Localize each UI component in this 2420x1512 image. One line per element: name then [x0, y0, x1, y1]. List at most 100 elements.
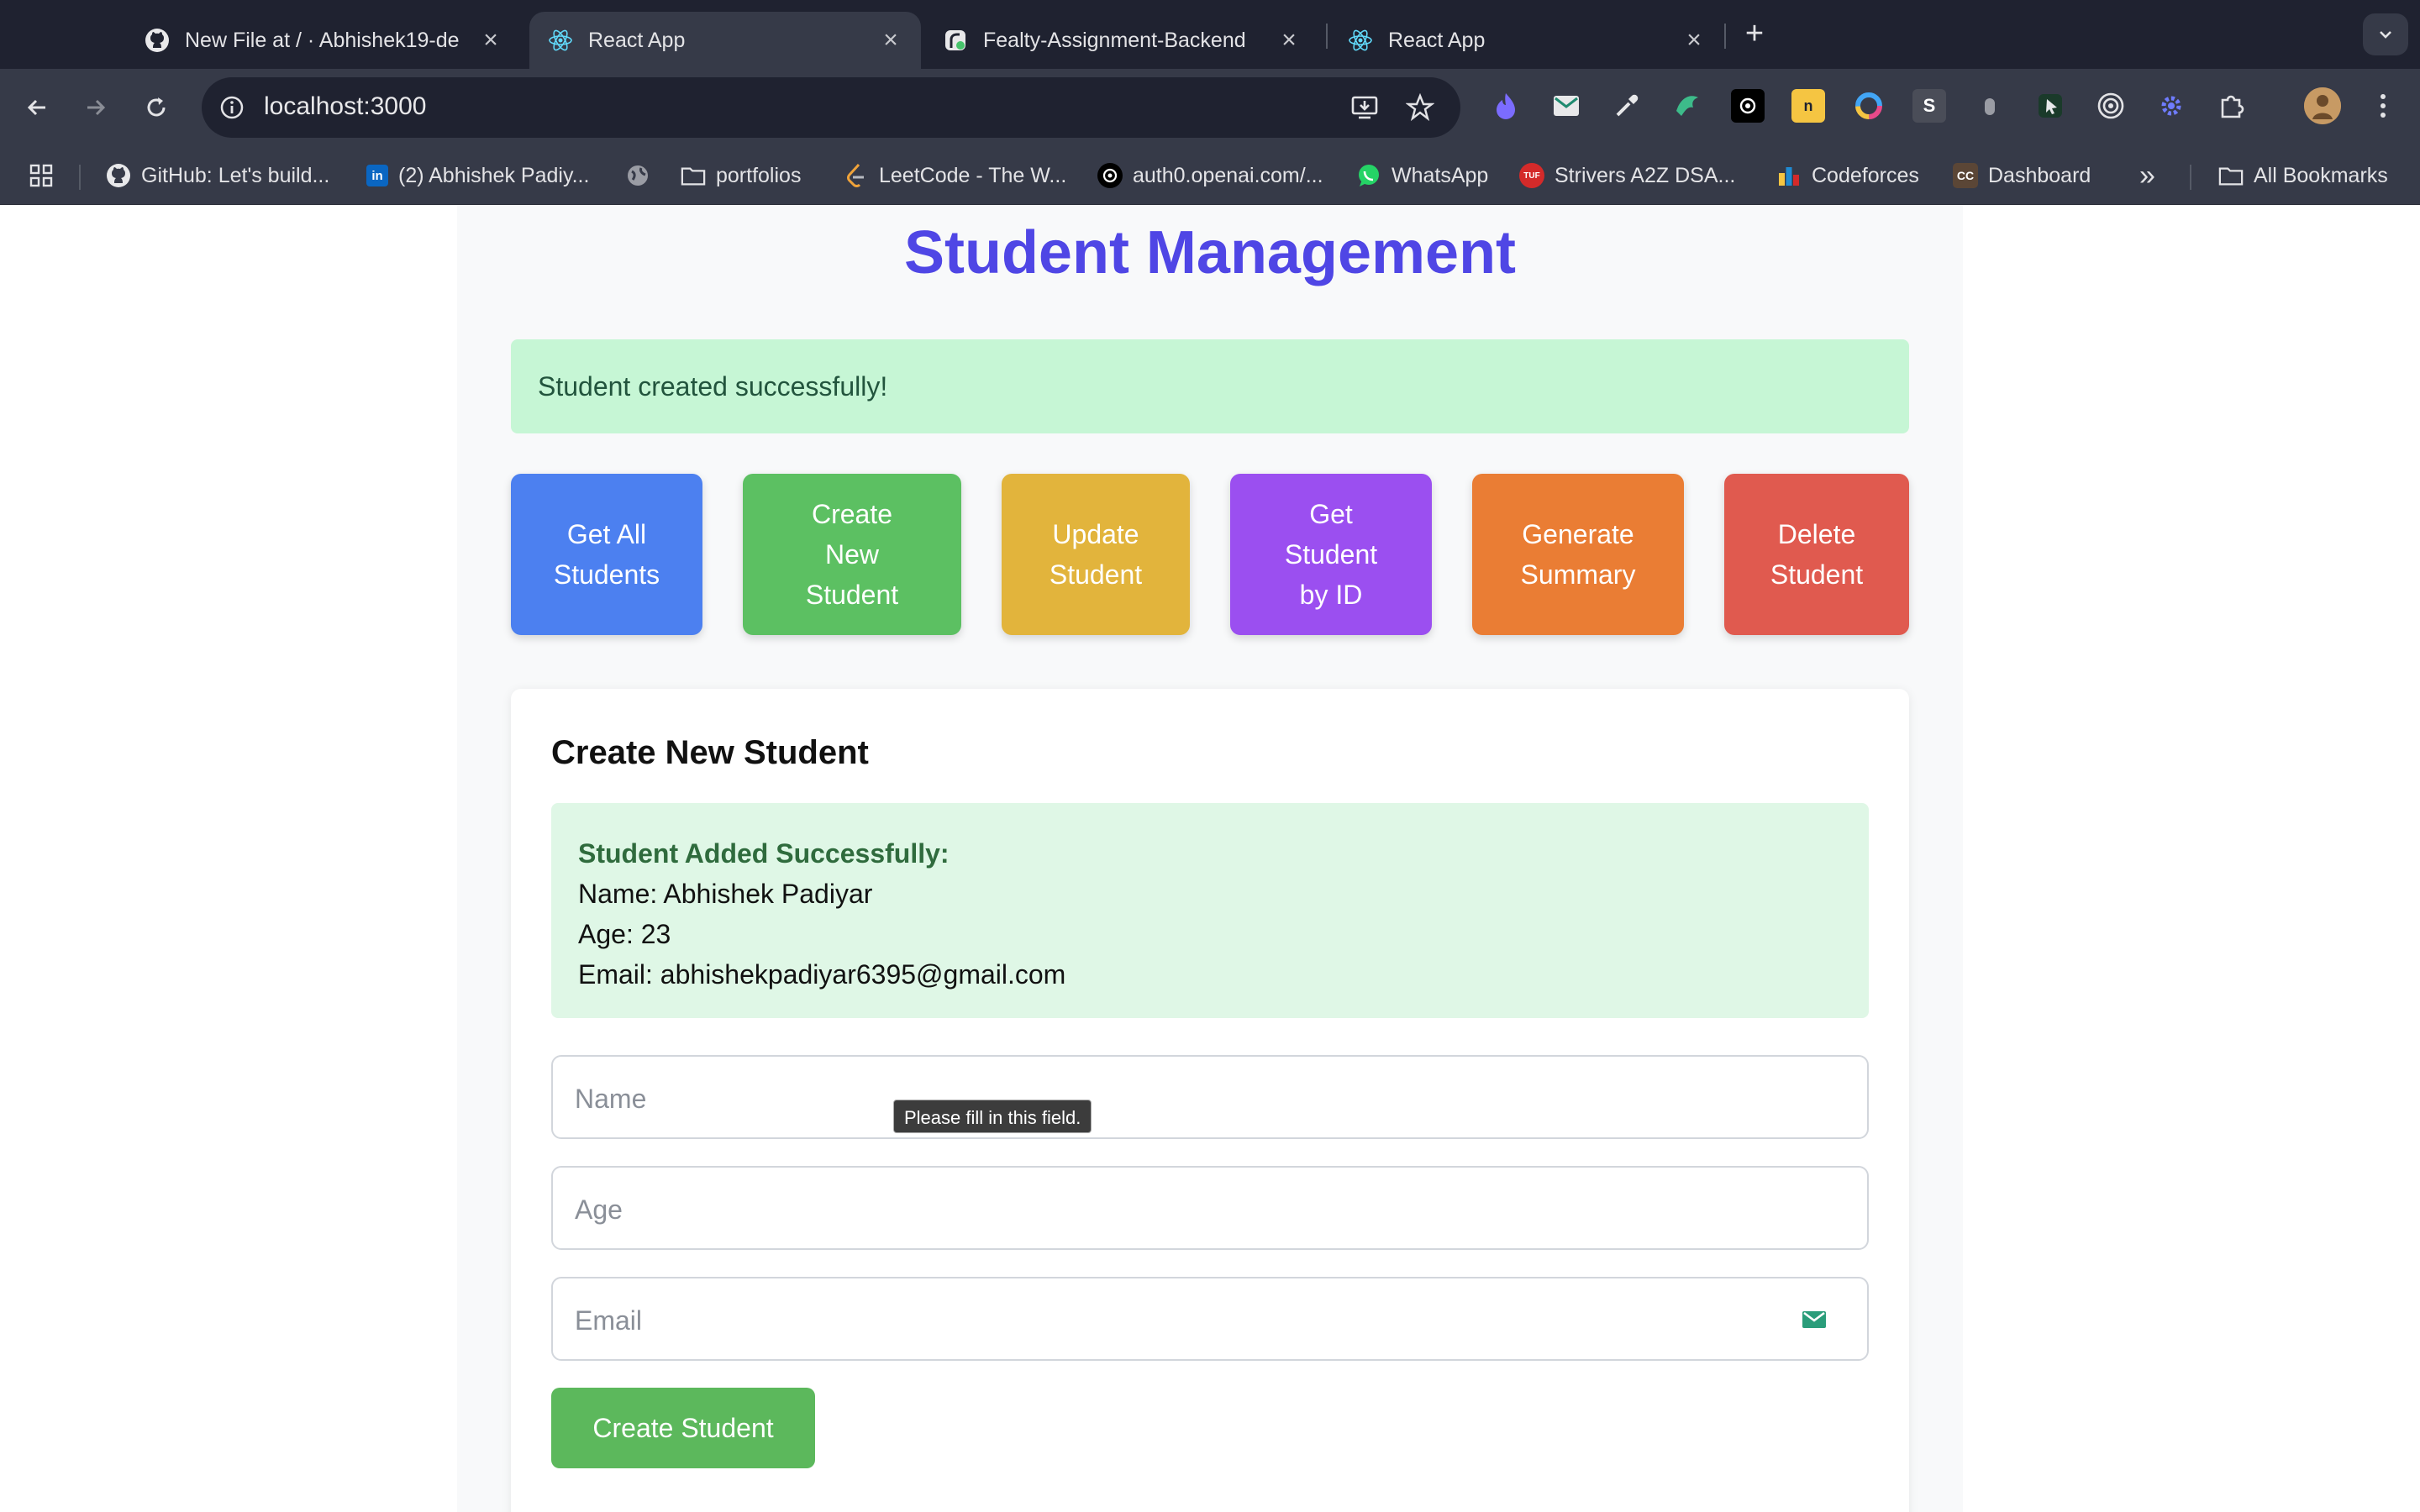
bookmark-openai[interactable]: auth0.openai.com/...	[1097, 161, 1323, 190]
tab-title: New File at / · Abhishek19-de	[185, 28, 460, 52]
student-added-panel: Student Added Successfully: Name: Abhish…	[551, 803, 1869, 1018]
close-tab-icon[interactable]: ×	[1277, 26, 1301, 55]
reload-button[interactable]	[136, 87, 176, 128]
bookmark-label: Dashboard	[1988, 163, 2091, 187]
react-icon	[1348, 28, 1373, 53]
more-bookmarks-button[interactable]: »	[2139, 160, 2155, 192]
bookmark-linkedin[interactable]: in (2) Abhishek Padiy...	[366, 161, 589, 190]
generate-summary-button[interactable]: Generate Summary	[1472, 474, 1684, 635]
bookmark-label: WhatsApp	[1392, 163, 1489, 187]
bookmark-separator	[2190, 165, 2191, 190]
new-tab-button[interactable]: +	[1739, 18, 1770, 50]
reload-icon	[147, 97, 166, 117]
close-tab-icon[interactable]: ×	[1682, 26, 1706, 55]
extensions-puzzle-icon[interactable]	[2215, 89, 2249, 123]
close-tab-icon[interactable]: ×	[479, 26, 502, 55]
delete-student-button[interactable]: Delete Student	[1724, 474, 1909, 635]
site-info-icon[interactable]	[213, 89, 250, 126]
bookmark-label: LeetCode - The W...	[879, 163, 1067, 187]
bookmark-label: portfolios	[716, 163, 802, 187]
arrow-right-icon	[87, 99, 106, 116]
tab-react-app-active[interactable]: React App ×	[529, 12, 921, 69]
extension-mail-icon[interactable]	[1549, 89, 1583, 123]
browser-toolbar: localhost:3000 n S	[0, 69, 2420, 146]
globe-icon	[625, 163, 650, 188]
tab-search-button[interactable]	[2363, 13, 2408, 55]
browser-menu-icon[interactable]	[2366, 89, 2400, 123]
react-icon	[548, 28, 573, 53]
apps-grid-icon	[29, 164, 53, 187]
arrow-left-icon	[27, 99, 45, 116]
address-bar[interactable]: localhost:3000	[202, 77, 1460, 138]
extension-gear-icon[interactable]	[2154, 89, 2188, 123]
extension-cursor-icon[interactable]	[2033, 89, 2067, 123]
bookmark-strivers[interactable]: TUF Strivers A2Z DSA...	[1519, 161, 1735, 190]
student-name-value: Name: Abhishek Padiyar	[578, 879, 873, 909]
apps-grid-button[interactable]	[29, 161, 54, 190]
leetcode-icon	[844, 163, 869, 188]
extension-notes-icon[interactable]: n	[1791, 89, 1825, 123]
tab-react-app[interactable]: React App ×	[1329, 12, 1724, 69]
get-all-students-button[interactable]: Get All Students	[511, 474, 702, 635]
create-new-student-button[interactable]: Create New Student	[743, 474, 961, 635]
name-input[interactable]: Name	[551, 1055, 1869, 1139]
bookmark-globe[interactable]	[625, 161, 660, 190]
tab-separator	[1724, 24, 1726, 49]
install-app-icon[interactable]	[1349, 92, 1380, 123]
create-student-submit-button[interactable]: Create Student	[551, 1388, 815, 1468]
forward-button[interactable]	[76, 87, 116, 128]
tab-title: Fealty-Assignment-Backend	[983, 28, 1246, 52]
age-placeholder: Age	[575, 1194, 623, 1225]
bookmark-github[interactable]: GitHub: Let's build...	[106, 161, 329, 190]
tab-title: React App	[588, 28, 686, 52]
bookmark-star-icon[interactable]	[1405, 92, 1435, 123]
success-alert: Student created successfully!	[511, 339, 1909, 433]
avatar[interactable]	[2304, 87, 2341, 124]
student-age-value: Age: 23	[578, 919, 671, 949]
extension-flame-icon[interactable]	[1489, 89, 1523, 123]
extension-openai-icon[interactable]	[1731, 89, 1765, 123]
mail-extension-icon[interactable]	[1800, 1307, 1828, 1332]
bookmark-separator	[79, 165, 81, 190]
render-icon	[943, 28, 968, 53]
bookmark-whatsapp[interactable]: WhatsApp	[1356, 161, 1488, 190]
chevron-down-icon	[2380, 31, 2391, 39]
extension-target-icon[interactable]	[2094, 89, 2128, 123]
tab-separator	[1326, 24, 1328, 49]
student-email-value: Email: abhishekpadiyar6395@gmail.com	[578, 959, 1066, 990]
tab-fealty-backend[interactable]: Fealty-Assignment-Backend ×	[924, 12, 1319, 69]
update-student-button[interactable]: Update Student	[1002, 474, 1190, 635]
create-student-card: Create New Student Student Added Success…	[511, 689, 1909, 1512]
bookmark-label: (2) Abhishek Padiy...	[398, 163, 590, 187]
get-student-by-id-button[interactable]: Get Student by ID	[1230, 474, 1432, 635]
extension-color-picker-icon[interactable]	[1610, 89, 1644, 123]
extension-s-icon[interactable]: S	[1912, 89, 1946, 123]
validation-tooltip: Please fill in this field.	[893, 1100, 1092, 1133]
tab-title: React App	[1388, 28, 1486, 52]
email-placeholder: Email	[575, 1305, 643, 1336]
page-title: Student Management	[903, 219, 1517, 286]
extension-bird-icon[interactable]	[1670, 89, 1704, 123]
age-input[interactable]: Age	[551, 1166, 1869, 1250]
bookmark-folder-portfolios[interactable]: portfolios	[681, 161, 801, 190]
extension-grey-icon[interactable]	[1973, 89, 2007, 123]
back-button[interactable]	[17, 87, 57, 128]
app-container: Student Management Student created succe…	[457, 205, 1963, 1512]
all-bookmarks-button[interactable]: All Bookmarks	[2218, 161, 2388, 190]
bookmark-dashboard[interactable]: CC Dashboard	[1953, 161, 2091, 190]
form-title: Create New Student	[551, 734, 869, 771]
extension-color-ring-icon[interactable]	[1852, 89, 1886, 123]
close-tab-icon[interactable]: ×	[879, 26, 902, 55]
success-heading: Student Added Successfully:	[578, 838, 950, 869]
bookmark-leetcode[interactable]: LeetCode - The W...	[844, 161, 1066, 190]
codeforces-icon	[1776, 163, 1802, 188]
openai-icon	[1097, 163, 1123, 188]
github-icon	[106, 163, 131, 188]
email-input[interactable]: Email	[551, 1277, 1869, 1361]
bookmark-label: Strivers A2Z DSA...	[1555, 163, 1736, 187]
linkedin-icon: in	[366, 165, 388, 186]
bookmark-label: All Bookmarks	[2254, 163, 2388, 187]
tab-github-new-file[interactable]: New File at / · Abhishek19-de ×	[126, 12, 521, 69]
tuf-icon: TUF	[1519, 163, 1544, 188]
bookmark-codeforces[interactable]: Codeforces	[1776, 161, 1919, 190]
